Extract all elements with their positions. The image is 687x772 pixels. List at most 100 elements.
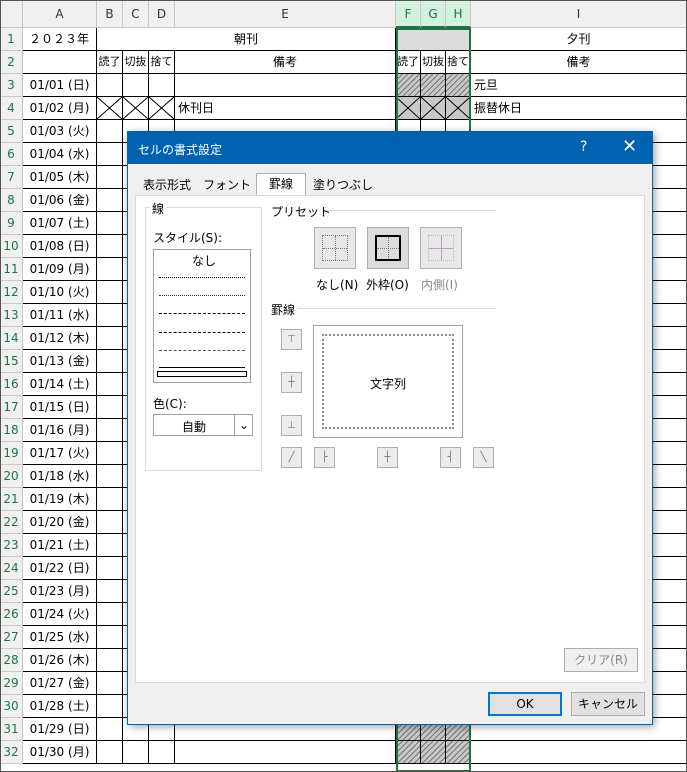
column-header-b[interactable]: B — [97, 0, 123, 28]
row-header-13[interactable]: 13 — [0, 304, 23, 327]
header-cell-c[interactable]: 切抜 — [123, 51, 149, 74]
check-cell-b[interactable] — [97, 281, 123, 304]
check-cell-b[interactable] — [97, 258, 123, 281]
column-header-a[interactable]: A — [23, 0, 97, 28]
row-header-23[interactable]: 23 — [0, 534, 23, 557]
check-cell-b[interactable] — [97, 442, 123, 465]
check-cell-b[interactable] — [97, 603, 123, 626]
dialog-title-bar[interactable]: セルの書式設定 ? ✕ — [128, 132, 652, 164]
row-header-30[interactable]: 30 — [0, 695, 23, 718]
header-cell-f[interactable]: 読了 — [396, 51, 421, 74]
header-cell-h[interactable]: 捨て — [446, 51, 471, 74]
line-style-list[interactable]: なし — [153, 249, 251, 383]
color-select[interactable]: 自動 ⌄ — [153, 414, 253, 436]
check-cell-f[interactable] — [396, 741, 421, 764]
date-cell[interactable]: 01/17 (火) — [23, 442, 97, 465]
line-style-selected[interactable] — [157, 371, 247, 377]
column-header-d[interactable]: D — [149, 0, 175, 28]
date-cell[interactable]: 01/15 (日) — [23, 396, 97, 419]
check-cell-g[interactable] — [421, 74, 446, 97]
row-header-9[interactable]: 9 — [0, 212, 23, 235]
check-cell-b[interactable] — [97, 143, 123, 166]
date-cell[interactable]: 01/26 (木) — [23, 649, 97, 672]
line-style-thin[interactable] — [159, 367, 245, 368]
date-cell[interactable]: 01/04 (水) — [23, 143, 97, 166]
morning-header-cell[interactable]: 朝刊 — [97, 28, 396, 51]
date-cell[interactable]: 01/12 (木) — [23, 327, 97, 350]
tab-font[interactable]: フォント — [200, 175, 254, 195]
header-cell-g[interactable]: 切抜 — [421, 51, 446, 74]
row-header-18[interactable]: 18 — [0, 419, 23, 442]
tab-border[interactable]: 罫線 — [256, 173, 306, 196]
check-cell-h[interactable] — [446, 74, 471, 97]
check-cell-f[interactable] — [396, 97, 421, 120]
check-cell-b[interactable] — [97, 465, 123, 488]
border-right-button[interactable]: ┤ — [440, 447, 461, 468]
check-cell-h[interactable] — [446, 741, 471, 764]
column-header-e[interactable]: E — [175, 0, 396, 28]
date-cell[interactable]: 01/08 (日) — [23, 235, 97, 258]
check-cell-b[interactable] — [97, 626, 123, 649]
date-cell[interactable]: 01/07 (土) — [23, 212, 97, 235]
row-header-5[interactable]: 5 — [0, 120, 23, 143]
row-header-19[interactable]: 19 — [0, 442, 23, 465]
row-header-20[interactable]: 20 — [0, 465, 23, 488]
check-cell-b[interactable] — [97, 327, 123, 350]
date-cell[interactable]: 01/18 (水) — [23, 465, 97, 488]
date-cell[interactable]: 01/21 (土) — [23, 534, 97, 557]
check-cell-g[interactable] — [421, 741, 446, 764]
check-cell-c[interactable] — [123, 741, 149, 764]
row-header-3[interactable]: 3 — [0, 74, 23, 97]
note-cell-e[interactable] — [175, 74, 396, 97]
line-style-dashed[interactable] — [159, 350, 245, 351]
row-header-17[interactable]: 17 — [0, 396, 23, 419]
check-cell-b[interactable] — [97, 511, 123, 534]
check-cell-c[interactable] — [123, 74, 149, 97]
select-all-corner[interactable] — [0, 0, 23, 28]
date-cell[interactable]: 01/16 (月) — [23, 419, 97, 442]
row-header-12[interactable]: 12 — [0, 281, 23, 304]
check-cell-b[interactable] — [97, 649, 123, 672]
check-cell-b[interactable] — [97, 350, 123, 373]
row-header-8[interactable]: 8 — [0, 189, 23, 212]
row-header-32[interactable]: 32 — [0, 741, 23, 764]
date-cell[interactable]: 01/25 (水) — [23, 626, 97, 649]
check-cell-b[interactable] — [97, 373, 123, 396]
cancel-button[interactable]: キャンセル — [571, 692, 645, 716]
date-cell[interactable]: 01/05 (木) — [23, 166, 97, 189]
date-cell[interactable]: 01/28 (土) — [23, 695, 97, 718]
border-middle-horizontal-button[interactable]: ┼ — [281, 372, 302, 393]
header-cell-e[interactable]: 備考 — [175, 51, 396, 74]
date-cell[interactable]: 01/19 (木) — [23, 488, 97, 511]
column-header-h[interactable]: H — [446, 0, 471, 28]
tab-fill[interactable]: 塗りつぶし — [308, 175, 378, 195]
note-cell-e[interactable]: 休刊日 — [175, 97, 396, 120]
row-header-11[interactable]: 11 — [0, 258, 23, 281]
check-cell-d[interactable] — [149, 741, 175, 764]
clear-button[interactable]: クリア(R) — [564, 648, 638, 672]
header-cell-i[interactable]: 備考 — [471, 51, 687, 74]
check-cell-b[interactable] — [97, 74, 123, 97]
check-cell-b[interactable] — [97, 695, 123, 718]
row-header-21[interactable]: 21 — [0, 488, 23, 511]
check-cell-b[interactable] — [97, 488, 123, 511]
date-cell[interactable]: 01/10 (火) — [23, 281, 97, 304]
date-cell[interactable]: 01/13 (金) — [23, 350, 97, 373]
date-cell[interactable]: 01/30 (月) — [23, 741, 97, 764]
border-left-button[interactable]: ├ — [314, 447, 335, 468]
column-header-c[interactable]: C — [123, 0, 149, 28]
date-cell[interactable]: 01/06 (金) — [23, 189, 97, 212]
close-button[interactable]: ✕ — [622, 136, 637, 157]
style-none-option[interactable]: なし — [192, 252, 216, 269]
date-cell[interactable]: 01/11 (水) — [23, 304, 97, 327]
line-style-dotted-2[interactable] — [159, 295, 245, 296]
row-header-14[interactable]: 14 — [0, 327, 23, 350]
line-style-dash-dot-2[interactable] — [159, 332, 245, 333]
border-diagonal-up-button[interactable]: ╱ — [281, 447, 302, 468]
check-cell-b[interactable] — [97, 741, 123, 764]
row-header-7[interactable]: 7 — [0, 166, 23, 189]
border-diagonal-down-button[interactable]: ╲ — [473, 447, 494, 468]
preset-inside-button[interactable] — [420, 227, 462, 269]
date-cell[interactable]: 01/22 (日) — [23, 557, 97, 580]
date-cell[interactable]: 01/29 (日) — [23, 718, 97, 741]
